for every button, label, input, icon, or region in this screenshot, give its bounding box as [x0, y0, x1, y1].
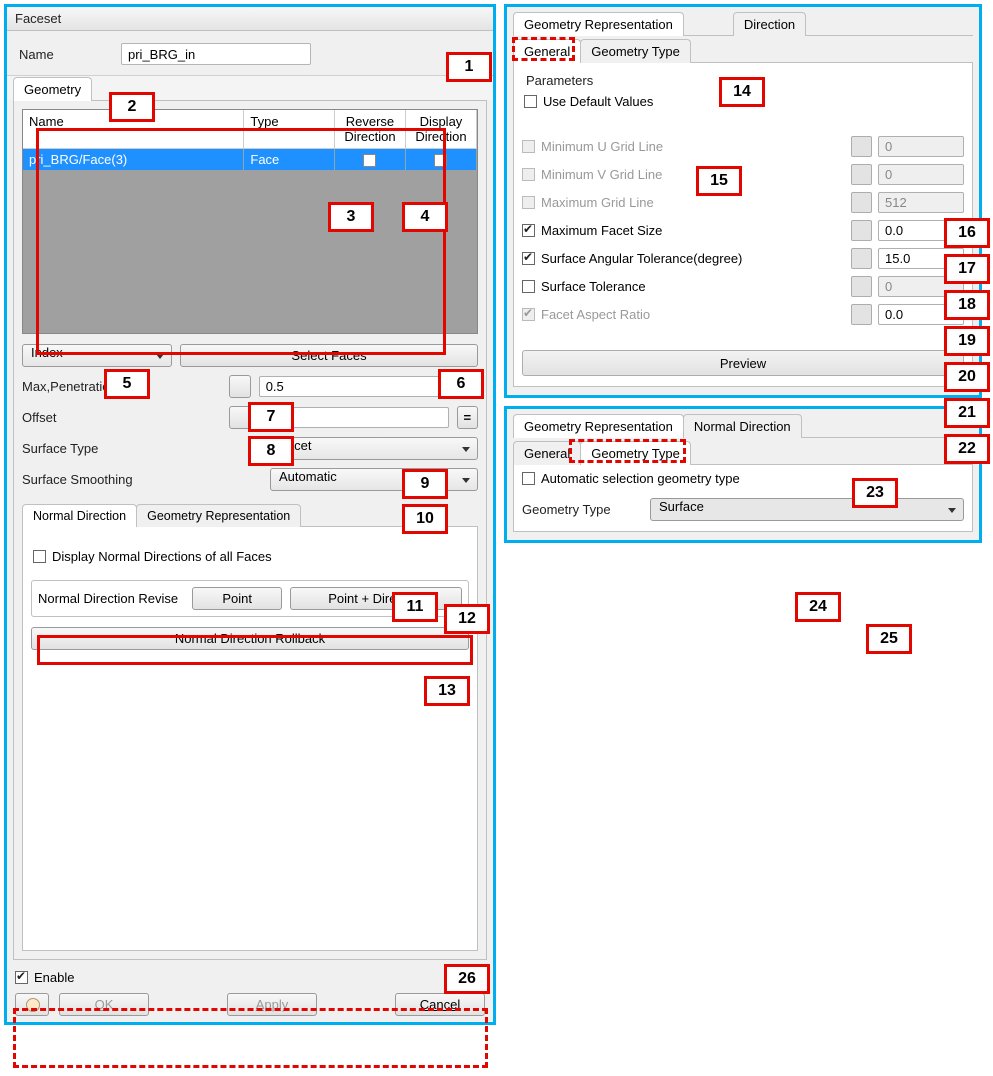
callout-10: 10	[402, 504, 448, 534]
min-u-grid-input[interactable]	[878, 136, 964, 157]
surface-angular-tol-checkbox[interactable]: Surface Angular Tolerance(degree)	[522, 251, 742, 266]
min-v-grid-label: Minimum V Grid Line	[541, 167, 662, 182]
auto-selection-geometry-type-label: Automatic selection geometry type	[541, 471, 740, 486]
surface-tolerance-label: Surface Tolerance	[541, 279, 646, 294]
min-v-grid-picker[interactable]	[851, 164, 872, 185]
callout-5: 5	[104, 369, 150, 399]
facet-aspect-ratio-picker[interactable]	[851, 304, 872, 325]
max-grid-picker[interactable]	[851, 192, 872, 213]
max-penetration-picker[interactable]	[229, 375, 250, 398]
max-facet-size-checkbox[interactable]: Maximum Facet Size	[522, 223, 662, 238]
tab-geometry[interactable]: Geometry	[13, 77, 92, 101]
callout-24: 24	[795, 592, 841, 622]
callout-25: 25	[866, 624, 912, 654]
surface-angular-tol-label: Surface Angular Tolerance(degree)	[541, 251, 742, 266]
surface-angular-tol-picker[interactable]	[851, 248, 872, 269]
max-facet-size-picker[interactable]	[851, 220, 872, 241]
r2-tab-geometry-representation[interactable]: Geometry Representation	[513, 414, 684, 438]
callout-16: 16	[944, 218, 990, 248]
callout-11: 11	[392, 592, 438, 622]
surface-smoothing-label: Surface Smoothing	[22, 472, 262, 487]
callout-12: 12	[444, 604, 490, 634]
offset-label: Offset	[22, 410, 151, 425]
callout-2: 2	[109, 92, 155, 122]
facet-aspect-ratio-checkbox[interactable]: Facet Aspect Ratio	[522, 307, 650, 322]
callout-6: 6	[438, 369, 484, 399]
r1-subtab-geometry-type[interactable]: Geometry Type	[580, 39, 691, 63]
callout-17: 17	[944, 254, 990, 284]
r1-tab-direction[interactable]: Direction	[733, 12, 806, 36]
r1-tab-geometry-representation[interactable]: Geometry Representation	[513, 12, 684, 36]
callout-26: 26	[444, 964, 490, 994]
preview-button[interactable]: Preview	[522, 350, 964, 376]
min-u-grid-label: Minimum U Grid Line	[541, 139, 663, 154]
window-title: Faceset	[7, 7, 493, 31]
name-label: Name	[19, 47, 109, 62]
name-input[interactable]	[121, 43, 311, 65]
surface-type-select[interactable]: Facet	[270, 437, 478, 460]
callout-23: 23	[852, 478, 898, 508]
auto-selection-geometry-type-checkbox[interactable]: Automatic selection geometry type	[522, 471, 740, 486]
callout-1: 1	[446, 52, 492, 82]
use-default-values-label: Use Default Values	[543, 94, 653, 109]
use-default-values-checkbox[interactable]: Use Default Values	[524, 94, 653, 109]
callout-15: 15	[696, 166, 742, 196]
facet-aspect-ratio-label: Facet Aspect Ratio	[541, 307, 650, 322]
callout-19: 19	[944, 326, 990, 356]
max-penetration-input[interactable]	[259, 376, 449, 397]
callout-3: 3	[328, 202, 374, 232]
r2-tab-normal-direction[interactable]: Normal Direction	[683, 414, 802, 438]
callout-18: 18	[944, 290, 990, 320]
display-normal-all-label: Display Normal Directions of all Faces	[52, 549, 272, 564]
max-grid-input[interactable]	[878, 192, 964, 213]
surface-tolerance-picker[interactable]	[851, 276, 872, 297]
callout-14: 14	[719, 77, 765, 107]
min-u-grid-checkbox[interactable]: Minimum U Grid Line	[522, 139, 663, 154]
enable-label: Enable	[34, 970, 74, 985]
subtab-normal-direction[interactable]: Normal Direction	[22, 504, 137, 527]
callout-22: 22	[944, 434, 990, 464]
max-grid-checkbox[interactable]: Maximum Grid Line	[522, 195, 654, 210]
subtab-geometry-representation[interactable]: Geometry Representation	[136, 504, 301, 527]
max-grid-label: Maximum Grid Line	[541, 195, 654, 210]
normal-revise-label: Normal Direction Revise	[38, 591, 178, 606]
geometry-type-label: Geometry Type	[522, 502, 642, 517]
point-button[interactable]: Point	[192, 587, 282, 610]
display-normal-all-checkbox[interactable]: Display Normal Directions of all Faces	[33, 549, 272, 564]
min-u-grid-picker[interactable]	[851, 136, 872, 157]
surface-type-label: Surface Type	[22, 441, 262, 456]
callout-9: 9	[402, 469, 448, 499]
min-v-grid-input[interactable]	[878, 164, 964, 185]
callout-4: 4	[402, 202, 448, 232]
geometry-type-select[interactable]: Surface	[650, 498, 964, 521]
offset-eq-button[interactable]: =	[457, 406, 478, 429]
max-facet-size-label: Maximum Facet Size	[541, 223, 662, 238]
surface-tolerance-checkbox[interactable]: Surface Tolerance	[522, 279, 646, 294]
callout-20: 20	[944, 362, 990, 392]
callout-7: 7	[248, 402, 294, 432]
min-v-grid-checkbox[interactable]: Minimum V Grid Line	[522, 167, 662, 182]
callout-13: 13	[424, 676, 470, 706]
callout-21: 21	[944, 398, 990, 428]
enable-checkbox[interactable]: Enable	[15, 970, 74, 985]
callout-8: 8	[248, 436, 294, 466]
